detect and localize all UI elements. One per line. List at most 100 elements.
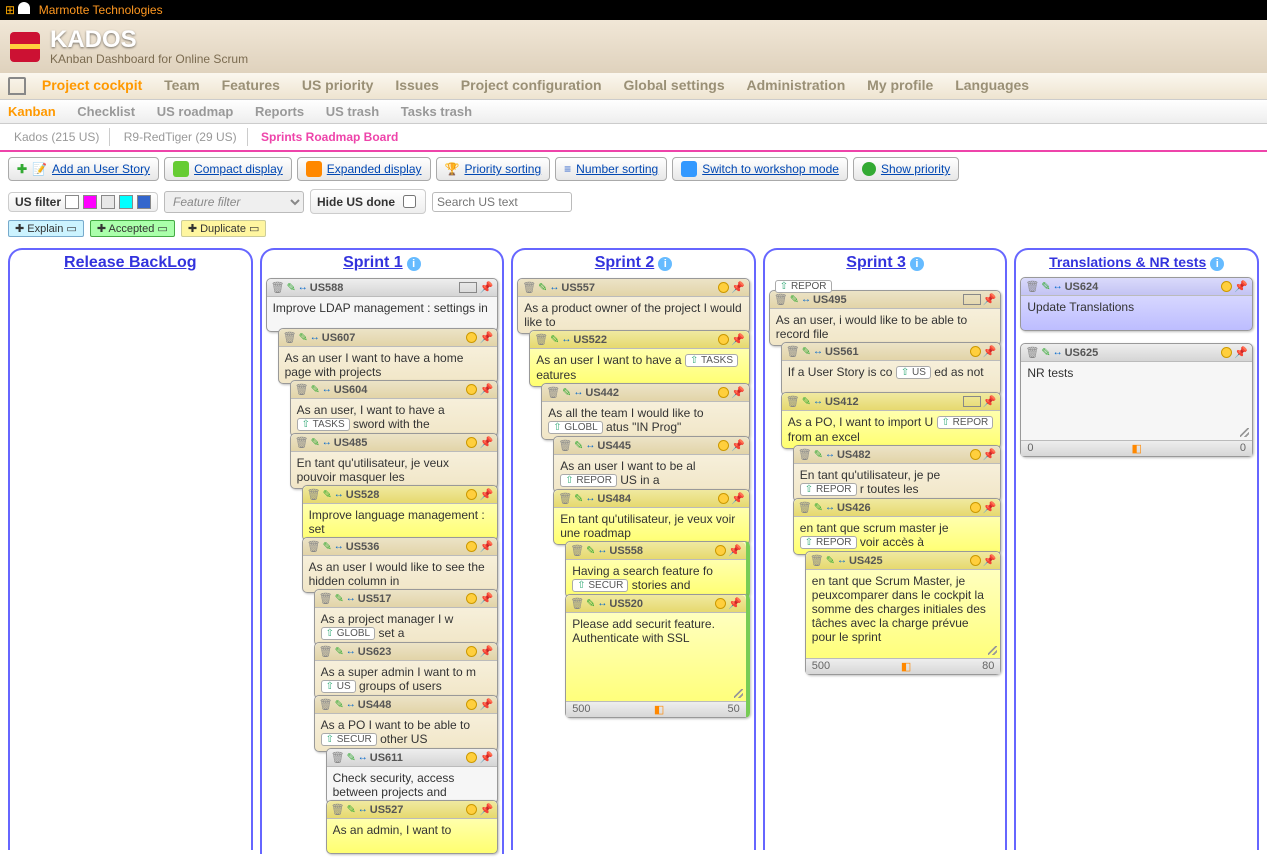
pin-icon[interactable]: 📌 — [728, 544, 742, 557]
pin-icon[interactable]: 📌 — [728, 597, 742, 610]
us-card[interactable]: 🗑✎↔US425📌en tant que Scrum Master, je pe… — [805, 551, 1002, 675]
add-us-button[interactable]: ✚📝Add an User Story — [8, 157, 159, 181]
us-card[interactable]: 🗑✎↔US557📌As a product owner of the proje… — [517, 278, 750, 334]
edit-icon[interactable]: ✎ — [574, 492, 583, 505]
us-card[interactable]: 🗑✎↔US522📌As an user I want to have a TAS… — [529, 330, 750, 387]
trash-icon[interactable]: 🗑 — [295, 383, 309, 396]
trash-icon[interactable]: 🗑 — [331, 803, 345, 816]
trash-icon[interactable]: 🗑 — [319, 698, 333, 711]
column-header[interactable]: Sprint 3i — [765, 250, 1006, 278]
edit-icon[interactable]: ✎ — [347, 803, 356, 816]
trash-icon[interactable]: 🗑 — [570, 597, 584, 610]
move-icon[interactable]: ↔ — [1053, 281, 1063, 292]
edit-icon[interactable]: ✎ — [586, 597, 595, 610]
pin-icon[interactable]: 📌 — [479, 592, 493, 605]
pin-icon[interactable]: 📌 — [983, 554, 997, 567]
crumb-root[interactable]: Kados (215 US) — [8, 128, 110, 146]
nav-features[interactable]: Features — [222, 77, 280, 93]
pin-icon[interactable]: 📌 — [731, 281, 745, 294]
move-icon[interactable]: ↔ — [346, 699, 356, 710]
show-priority-button[interactable]: Show priority — [853, 157, 959, 181]
us-card[interactable]: 🗑✎↔US536📌As an user I would like to see … — [302, 537, 499, 593]
edit-icon[interactable]: ✎ — [287, 281, 296, 294]
pin-icon[interactable]: 📌 — [1234, 346, 1248, 359]
home-icon[interactable] — [8, 77, 26, 95]
trash-icon[interactable]: 🗑 — [319, 592, 333, 605]
trash-icon[interactable]: 🗑 — [331, 751, 345, 764]
pin-icon[interactable]: 📌 — [479, 281, 493, 294]
pin-icon[interactable]: 📌 — [1234, 280, 1248, 293]
edit-icon[interactable]: ✎ — [335, 645, 344, 658]
pin-icon[interactable]: 📌 — [731, 439, 745, 452]
us-card[interactable]: 🗑✎↔US445📌As an user I want to be al REPO… — [553, 436, 750, 493]
pin-icon[interactable]: 📌 — [479, 540, 493, 553]
edit-icon[interactable]: ✎ — [814, 448, 823, 461]
pin-icon[interactable]: 📌 — [479, 331, 493, 344]
edit-icon[interactable]: ✎ — [323, 488, 332, 501]
us-card[interactable]: 🗑✎↔US520📌Please add securit feature. Aut… — [565, 594, 750, 718]
move-icon[interactable]: ↔ — [837, 555, 847, 566]
pin-icon[interactable]: 📌 — [983, 501, 997, 514]
pin-icon[interactable]: 📌 — [983, 448, 997, 461]
trash-icon[interactable]: 🗑 — [798, 501, 812, 514]
pin-icon[interactable]: 📌 — [983, 293, 997, 306]
us-card[interactable]: 🗑✎↔US442📌As all the team I would like to… — [541, 383, 750, 440]
feature-filter-select[interactable]: Feature filter — [164, 191, 304, 213]
edit-icon[interactable]: ✎ — [335, 698, 344, 711]
swatch-white[interactable] — [65, 195, 79, 209]
nav-issues[interactable]: Issues — [395, 77, 439, 93]
move-icon[interactable]: ↔ — [298, 282, 308, 293]
trash-icon[interactable]: 🗑 — [774, 293, 788, 306]
edit-icon[interactable]: ✎ — [299, 331, 308, 344]
edit-icon[interactable]: ✎ — [814, 501, 823, 514]
us-card[interactable]: 🗑✎↔US495📌As an user, i would like to be … — [769, 290, 1002, 346]
nav-project-config[interactable]: Project configuration — [461, 77, 602, 93]
move-icon[interactable]: ↔ — [585, 440, 595, 451]
subnav-us-trash[interactable]: US trash — [326, 104, 379, 119]
trash-icon[interactable]: 🗑 — [307, 540, 321, 553]
pin-icon[interactable]: 📌 — [731, 333, 745, 346]
edit-icon[interactable]: ✎ — [790, 293, 799, 306]
crumb-release[interactable]: R9-RedTiger (29 US) — [118, 128, 248, 146]
trash-icon[interactable]: 🗑 — [786, 345, 800, 358]
trash-icon[interactable]: 🗑 — [271, 281, 285, 294]
pin-icon[interactable]: 📌 — [479, 436, 493, 449]
edit-icon[interactable]: ✎ — [347, 751, 356, 764]
expanded-display-button[interactable]: Expanded display — [297, 157, 431, 181]
subnav-us-roadmap[interactable]: US roadmap — [157, 104, 234, 119]
info-icon[interactable]: i — [658, 257, 672, 271]
column-header[interactable]: Release BackLog — [10, 250, 251, 278]
move-icon[interactable]: ↔ — [825, 449, 835, 460]
pin-icon[interactable]: 📌 — [983, 345, 997, 358]
move-icon[interactable]: ↔ — [597, 545, 607, 556]
us-card[interactable]: 🗑✎↔US485📌En tant qu'utilisateur, je veux… — [290, 433, 499, 489]
info-icon[interactable]: i — [1210, 257, 1224, 271]
info-icon[interactable]: i — [910, 257, 924, 271]
move-icon[interactable]: ↔ — [322, 384, 332, 395]
search-us-input[interactable] — [432, 192, 572, 212]
edit-icon[interactable]: ✎ — [574, 439, 583, 452]
column-header[interactable]: Translations & NR testsi — [1016, 250, 1257, 277]
subnav-kanban[interactable]: Kanban — [8, 104, 56, 119]
us-card[interactable]: 🗑✎↔US448📌As a PO I want to be able to SE… — [314, 695, 499, 752]
us-card[interactable]: 🗑✎↔US611📌Check security, access between … — [326, 748, 499, 804]
swatch-cyan[interactable] — [119, 195, 133, 209]
pin-icon[interactable]: 📌 — [731, 386, 745, 399]
trash-icon[interactable]: 🗑 — [570, 544, 584, 557]
move-icon[interactable]: ↔ — [334, 541, 344, 552]
resize-handle[interactable] — [1240, 428, 1249, 437]
move-icon[interactable]: ↔ — [322, 437, 332, 448]
edit-icon[interactable]: ✎ — [311, 436, 320, 449]
subnav-reports[interactable]: Reports — [255, 104, 304, 119]
hide-done-checkbox[interactable] — [403, 195, 416, 208]
move-icon[interactable]: ↔ — [813, 396, 823, 407]
trash-icon[interactable]: 🗑 — [786, 395, 800, 408]
trash-icon[interactable]: 🗑 — [295, 436, 309, 449]
hide-us-done-toggle[interactable]: Hide US done — [310, 189, 426, 214]
us-card[interactable]: 🗑✎↔US588📌Improve LDAP management : setti… — [266, 278, 499, 332]
nav-project-cockpit[interactable]: Project cockpit — [42, 77, 142, 93]
trash-icon[interactable]: 🗑 — [810, 554, 824, 567]
move-icon[interactable]: ↔ — [334, 489, 344, 500]
us-card[interactable]: 🗑✎↔US623📌As a super admin I want to m US… — [314, 642, 499, 699]
us-card[interactable]: 🗑✎↔US558📌Having a search feature fo SECU… — [565, 541, 750, 598]
